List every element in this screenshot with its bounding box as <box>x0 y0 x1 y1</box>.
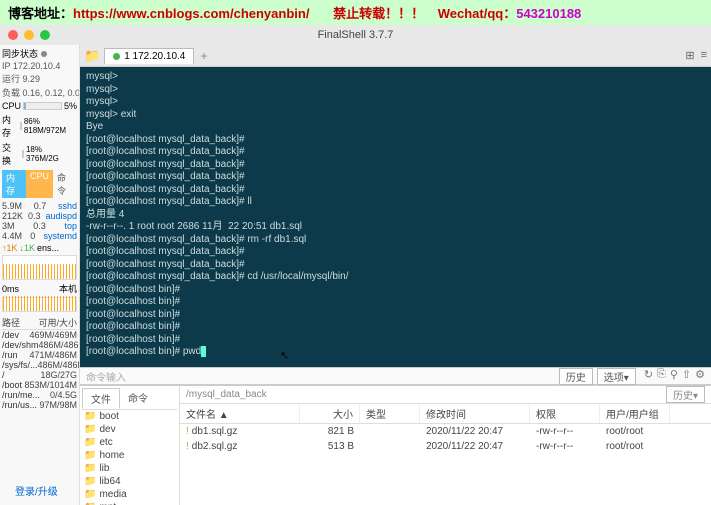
col-perm[interactable]: 权限 <box>530 404 600 423</box>
col-size[interactable]: 大小 <box>300 404 360 423</box>
folder-icon: 📁 <box>84 411 96 422</box>
file-row[interactable]: !db1.sql.gz 821 B 2020/11/22 20:47 -rw-r… <box>180 424 711 439</box>
window-title: FinalShell 3.7.7 <box>318 29 394 41</box>
file-icon: ! <box>186 426 189 437</box>
file-row[interactable]: !db2.sql.gz 513 B 2020/11/22 20:47 -rw-r… <box>180 439 711 454</box>
swap-bar: 交换 18% 376M/2G <box>2 141 77 167</box>
tree-item[interactable]: 📁lib64 <box>82 475 177 488</box>
io-sparkline <box>2 297 77 312</box>
tree-item[interactable]: 📁media <box>82 488 177 501</box>
sync-status: 同步状态 <box>2 47 77 60</box>
session-tab-bar: 📁 1 172.20.10.4 + ⊞ ≡ <box>80 45 711 67</box>
col-owner[interactable]: 用户/用户组 <box>600 404 670 423</box>
folder-icon: 📁 <box>84 489 96 500</box>
mouse-cursor-icon: ↖ <box>280 350 289 364</box>
refresh-icon[interactable]: ↻ <box>644 368 653 385</box>
wechat-value: 543210188 <box>516 6 581 21</box>
file-browser: 文件 命令 📁boot 📁dev 📁etc 📁home 📁lib 📁lib64 … <box>80 385 711 505</box>
net-sparkline <box>2 255 77 280</box>
load-line: 负载 0.16, 0.12, 0.07 <box>2 86 77 99</box>
status-dot-icon <box>41 51 47 57</box>
path-history-button[interactable]: 历史▾ <box>666 386 705 403</box>
cmd-tab[interactable]: 命令 <box>120 388 156 409</box>
runtime-line: 运行 9.29 <box>2 72 77 85</box>
ip-line: IP 172.20.10.4 <box>2 61 77 71</box>
add-tab-button[interactable]: + <box>200 49 207 63</box>
blog-url: https://www.cnblogs.com/chenyanbin/ <box>73 6 309 21</box>
maximize-button[interactable] <box>40 30 50 40</box>
terminal-cursor <box>201 346 206 357</box>
net-chart: ↑1K ↓1K ens... <box>2 243 77 253</box>
tab-cmd[interactable]: 命令 <box>53 170 77 198</box>
process-list: 5.9M0.7sshd 212K0.3audispd 3M0.3top 4.4M… <box>2 201 77 241</box>
settings-icon[interactable]: ⚙ <box>695 368 705 385</box>
tab-cpu[interactable]: CPU <box>26 170 53 198</box>
folder-icon[interactable]: 📁 <box>84 48 100 64</box>
upload-icon[interactable]: ⇧ <box>682 368 691 385</box>
file-tree: 文件 命令 📁boot 📁dev 📁etc 📁home 📁lib 📁lib64 … <box>80 386 180 505</box>
watermark-banner: 博客地址：https://www.cnblogs.com/chenyanbin/… <box>0 0 711 25</box>
tree-item[interactable]: 📁etc <box>82 436 177 449</box>
folder-icon: 📁 <box>84 424 96 435</box>
list-view-icon[interactable]: ≡ <box>701 49 707 62</box>
cpu-bar: CPU 5% <box>2 101 77 111</box>
file-list: /mysql_data_back 历史▾ 文件名 ▲ 大小 类型 修改时间 权限… <box>180 386 711 505</box>
tab-mem[interactable]: 内存 <box>2 170 26 198</box>
col-mtime[interactable]: 修改时间 <box>420 404 530 423</box>
mem-bar: 内存 86% 818M/972M <box>2 113 77 139</box>
close-button[interactable] <box>8 30 18 40</box>
file-list-header: 文件名 ▲ 大小 类型 修改时间 权限 用户/用户组 <box>180 404 711 424</box>
options-button[interactable]: 选项▾ <box>597 368 636 385</box>
tree-item[interactable]: 📁lib <box>82 462 177 475</box>
window-titlebar: FinalShell 3.7.7 <box>0 25 711 45</box>
tree-item[interactable]: 📁dev <box>82 423 177 436</box>
tree-item[interactable]: 📁home <box>82 449 177 462</box>
command-input-bar: 命令输入 历史 选项▾ ↻ ⎘ ⚲ ⇧ ⚙ <box>80 367 711 385</box>
folder-icon: 📁 <box>84 450 96 461</box>
path-bar: /mysql_data_back 历史▾ <box>180 386 711 404</box>
blog-label: 博客地址： <box>8 6 73 21</box>
session-tab[interactable]: 1 172.20.10.4 <box>104 48 194 64</box>
login-link[interactable]: 登录/升级 <box>15 483 58 498</box>
minimize-button[interactable] <box>24 30 34 40</box>
terminal[interactable]: mysql> mysql> mysql> mysql> exit Bye [ro… <box>80 67 711 367</box>
grid-view-icon[interactable]: ⊞ <box>685 49 694 62</box>
wechat-label: Wechat/qq： <box>438 6 517 21</box>
search-icon[interactable]: ⚲ <box>670 368 678 385</box>
folder-icon: 📁 <box>84 437 96 448</box>
file-icon: ! <box>186 441 189 452</box>
sidebar-tabs: 内存 CPU 命令 <box>2 170 77 198</box>
no-copy-text: 禁止转载！！！ <box>333 6 424 21</box>
traffic-lights <box>8 30 50 40</box>
current-path[interactable]: /mysql_data_back <box>186 389 267 400</box>
file-tab[interactable]: 文件 <box>82 388 120 409</box>
history-button[interactable]: 历史 <box>559 368 593 385</box>
tree-item[interactable]: 📁mnt <box>82 501 177 505</box>
folder-icon: 📁 <box>84 463 96 474</box>
col-name[interactable]: 文件名 ▲ <box>180 404 300 423</box>
connection-status-icon <box>113 53 120 60</box>
folder-icon: 📁 <box>84 476 96 487</box>
disk-table: 路径可用/大小 /dev469M/469M /dev/shm486M/486M … <box>2 316 77 410</box>
copy-icon[interactable]: ⎘ <box>657 368 666 385</box>
tree-item[interactable]: 📁boot <box>82 410 177 423</box>
system-sidebar: 同步状态 IP 172.20.10.4 运行 9.29 负载 0.16, 0.1… <box>0 45 80 505</box>
cmd-input-field[interactable]: 命令输入 <box>86 369 126 384</box>
col-type[interactable]: 类型 <box>360 404 420 423</box>
